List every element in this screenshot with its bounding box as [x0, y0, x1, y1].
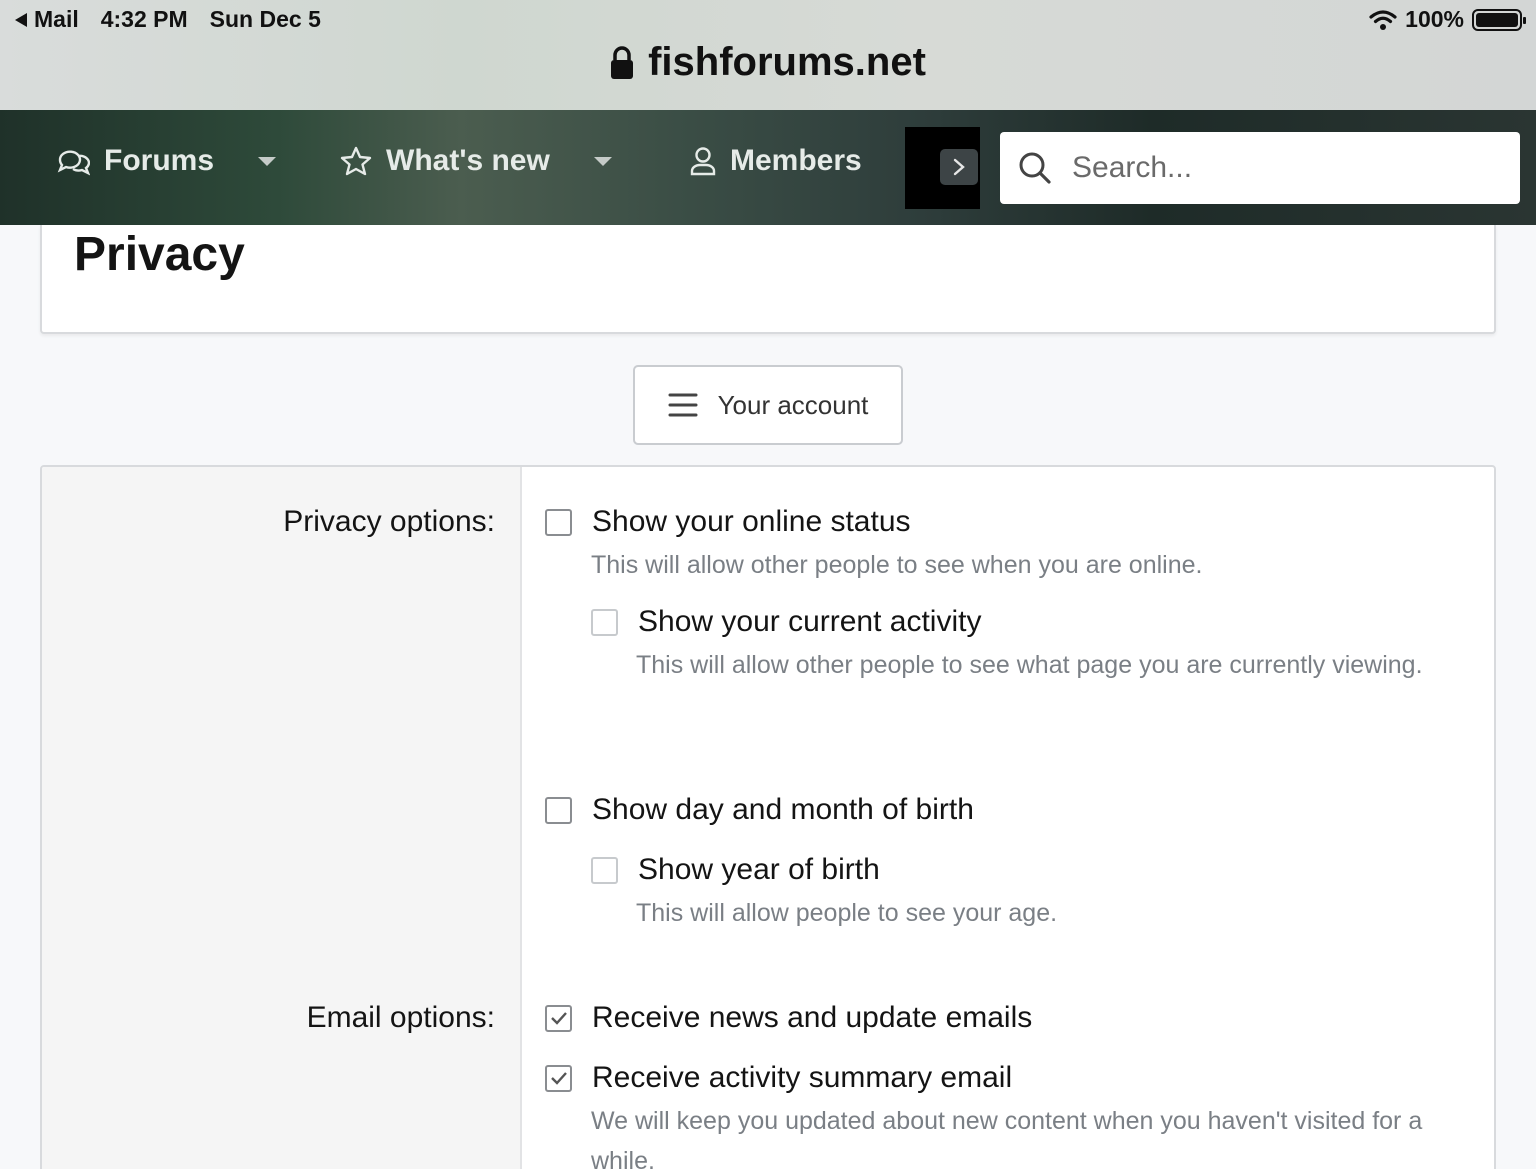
news-emails-option[interactable]: Receive news and update emails [545, 1001, 1032, 1035]
privacy-options-label: Privacy options: [283, 505, 495, 538]
year-of-birth-checkbox[interactable] [591, 856, 618, 884]
back-triangle-icon [15, 12, 27, 27]
online-status-checkbox[interactable] [545, 508, 572, 536]
current-activity-hint: This will allow other people to see what… [636, 651, 1423, 679]
star-icon [340, 146, 372, 176]
search-box[interactable] [1000, 132, 1520, 204]
wifi-icon [1369, 9, 1397, 30]
status-bar-left: Mail 4:32 PM Sun Dec 5 [14, 6, 321, 33]
your-account-button[interactable]: Your account [633, 365, 903, 445]
search-input[interactable] [1072, 151, 1492, 185]
form-label-column: Privacy options: Email options: [42, 467, 522, 1169]
nav-whats-new-label: What's new [386, 144, 550, 177]
current-activity-label: Show your current activity [638, 605, 982, 638]
dob-option[interactable]: Show day and month of birth [545, 793, 974, 827]
online-status-hint: This will allow other people to see when… [591, 551, 1203, 579]
online-status-label: Show your online status [592, 505, 911, 538]
activity-summary-option[interactable]: Receive activity summary email [545, 1061, 1012, 1095]
url-text: fishforums.net [648, 40, 926, 84]
status-date: Sun Dec 5 [209, 6, 321, 32]
status-time: 4:32 PM [100, 6, 188, 32]
year-of-birth-hint: This will allow people to see your age. [636, 899, 1058, 927]
online-status-option[interactable]: Show your online status [545, 505, 911, 539]
lock-icon [611, 45, 634, 79]
email-options-label: Email options: [306, 1001, 495, 1034]
search-icon [1019, 152, 1051, 184]
dob-checkbox[interactable] [545, 796, 572, 824]
page-title: Privacy [74, 228, 245, 281]
nav-scroll-right-button[interactable] [940, 149, 978, 185]
page-header: Privacy [40, 225, 1496, 334]
dob-label: Show day and month of birth [592, 793, 974, 826]
year-of-birth-label: Show year of birth [638, 853, 880, 886]
chevron-down-icon[interactable] [593, 156, 612, 166]
browser-chrome: Mail 4:32 PM Sun Dec 5 100% fishforums.n… [0, 0, 1536, 110]
nav-members[interactable]: Members [690, 144, 924, 178]
nav-forums-label: Forums [104, 144, 215, 177]
back-app-label: Mail [34, 6, 79, 32]
activity-summary-checkbox[interactable] [545, 1064, 572, 1092]
news-emails-label: Receive news and update emails [592, 1001, 1033, 1034]
checkmark-icon [550, 1072, 567, 1085]
status-bar-right: 100% [1369, 6, 1526, 33]
back-to-app[interactable]: Mail [14, 6, 79, 33]
url-bar[interactable]: fishforums.net [0, 40, 1536, 85]
hamburger-menu-icon [668, 393, 698, 417]
nav-whats-new[interactable]: What's new [340, 144, 612, 178]
current-activity-checkbox[interactable] [591, 608, 618, 636]
current-activity-option[interactable]: Show your current activity [591, 605, 981, 639]
activity-summary-hint: We will keep you updated about new conte… [591, 1107, 1423, 1169]
user-icon [690, 147, 716, 176]
activity-summary-label: Receive activity summary email [592, 1061, 1013, 1094]
nav-members-label: Members [730, 144, 862, 177]
year-of-birth-option[interactable]: Show year of birth [591, 853, 880, 887]
battery-icon [1472, 8, 1526, 31]
battery-percentage: 100% [1405, 6, 1464, 32]
nav-scroll-fade [905, 127, 980, 209]
your-account-label: Your account [717, 389, 869, 420]
chevron-down-icon[interactable] [258, 156, 277, 166]
forum-navbar: Forums What's new Members [0, 110, 1536, 225]
news-emails-checkbox[interactable] [545, 1004, 572, 1032]
checkmark-icon [550, 1012, 567, 1025]
nav-forums[interactable]: Forums [56, 144, 277, 178]
chevron-right-icon [953, 158, 965, 176]
privacy-form: Privacy options: Email options: Show you… [40, 465, 1496, 1169]
chat-bubbles-icon [57, 150, 90, 176]
